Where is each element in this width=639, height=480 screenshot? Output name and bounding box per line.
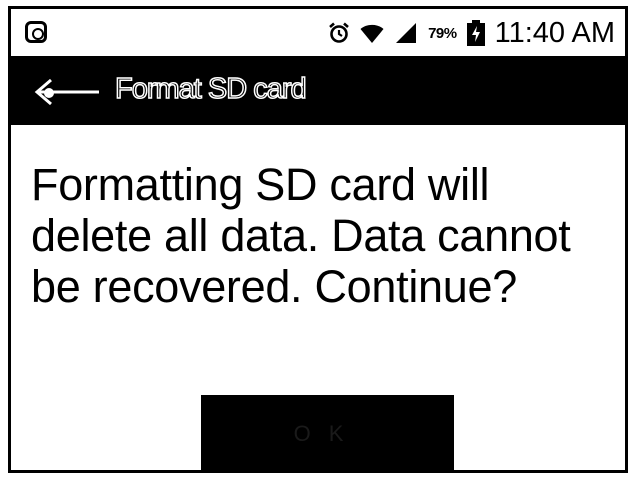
status-icons: 79% 11:40 AM xyxy=(328,15,615,51)
page-title: Format SD card xyxy=(114,72,307,106)
format-warning-message: Formatting SD card will delete all data.… xyxy=(31,159,571,312)
phone-screen: 79% 11:40 AM Format SD card Formatting S… xyxy=(8,6,628,473)
wifi-icon xyxy=(360,24,384,43)
status-clock: 11:40 AM xyxy=(494,16,615,49)
battery-charging-icon xyxy=(466,20,485,46)
dialog-body: Formatting SD card will delete all data.… xyxy=(31,159,611,312)
battery-percentage: 79% xyxy=(428,24,457,42)
alarm-clock-icon xyxy=(329,22,349,43)
status-bar: 79% 11:40 AM xyxy=(11,9,625,59)
back-arrow-icon[interactable] xyxy=(27,72,103,112)
confirm-button[interactable]: OK xyxy=(201,395,454,470)
title-bar: Format SD card xyxy=(11,59,625,125)
confirm-button-label: OK xyxy=(293,421,362,446)
cell-signal-icon xyxy=(396,23,417,43)
app-notification-icon xyxy=(25,21,47,43)
